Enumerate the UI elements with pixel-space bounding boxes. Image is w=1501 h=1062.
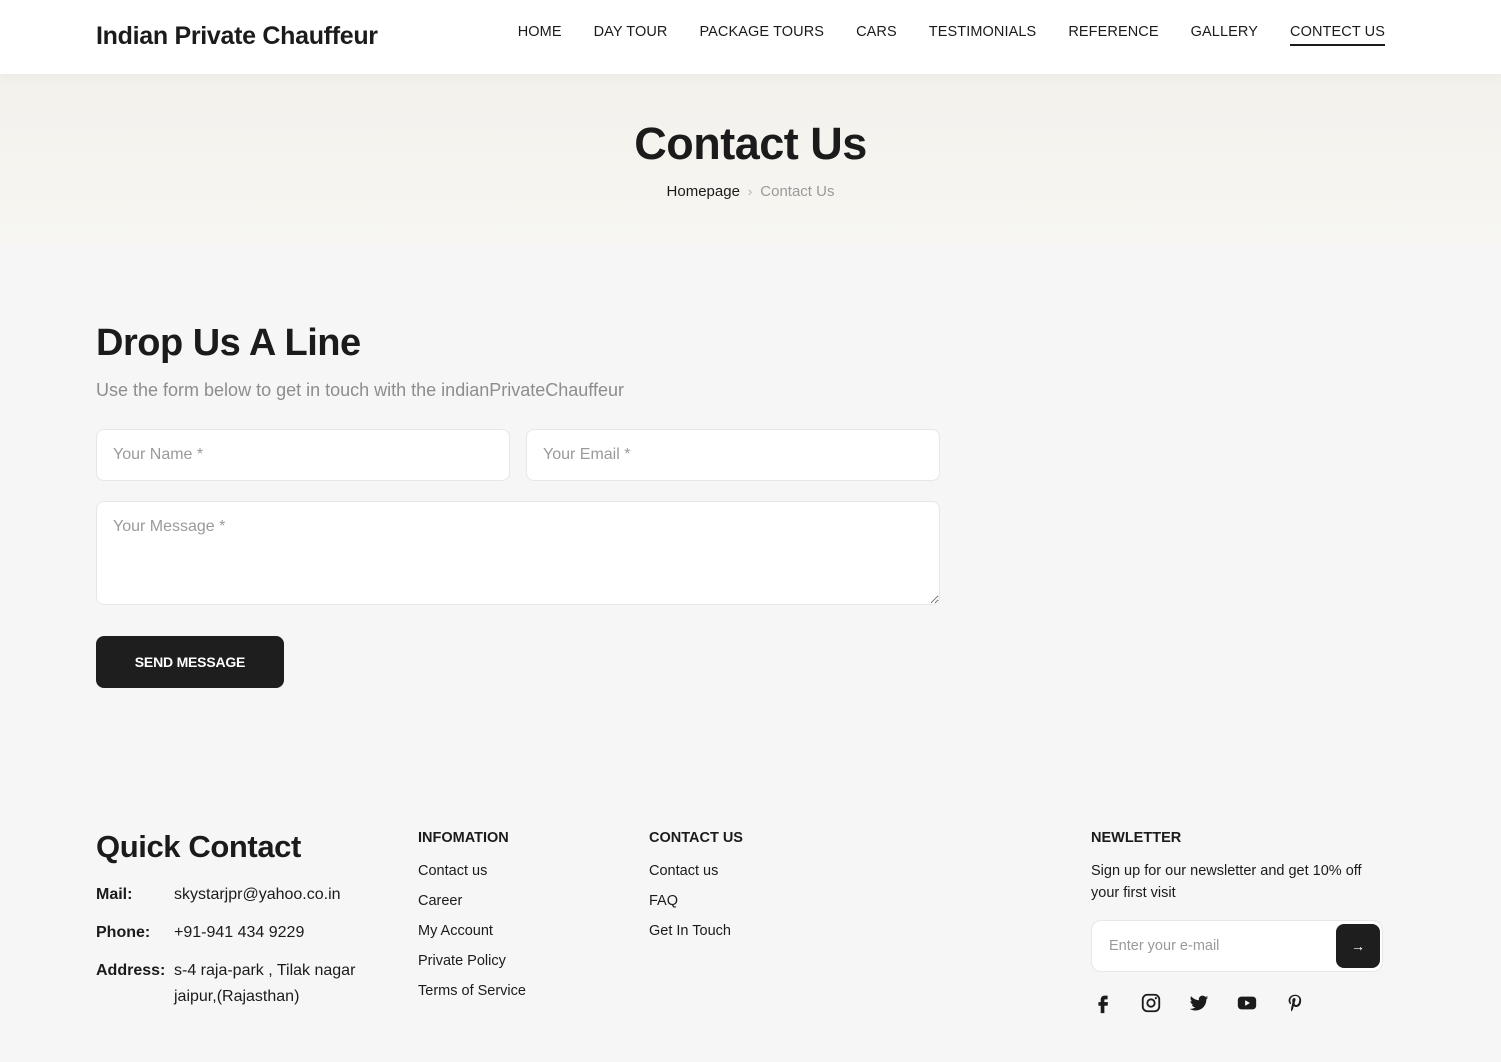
contact-column-list: Contact us FAQ Get In Touch xyxy=(649,861,731,951)
contact-column-title: CONTACT US xyxy=(649,830,743,846)
address-value: s-4 raja-park , Tilak nagar jaipur,(Raja… xyxy=(174,958,355,1010)
newsletter-submit-button[interactable]: → xyxy=(1336,924,1380,968)
newsletter-form: → xyxy=(1091,920,1383,972)
footer-link-faq[interactable]: FAQ xyxy=(649,891,731,921)
footer-link-terms-of-service[interactable]: Terms of Service xyxy=(418,981,526,1011)
page-hero: Contact Us Homepage › Contact Us xyxy=(0,74,1501,246)
page-title: Contact Us xyxy=(634,118,867,169)
nav-item-home[interactable]: HOME xyxy=(518,24,562,46)
footer-link-get-in-touch[interactable]: Get In Touch xyxy=(649,921,731,951)
address-line-2: jaipur,(Rajasthan) xyxy=(174,988,300,1005)
facebook-icon[interactable] xyxy=(1091,990,1115,1016)
email-input[interactable] xyxy=(526,429,940,481)
breadcrumb-home-link[interactable]: Homepage xyxy=(667,183,740,200)
information-list: Contact us Career My Account Private Pol… xyxy=(418,861,526,1011)
form-subtitle: Use the form below to get in touch with … xyxy=(96,380,624,400)
footer-link-my-account[interactable]: My Account xyxy=(418,921,526,951)
main-nav: HOME DAY TOUR PACKAGE TOURS CARS TESTIMO… xyxy=(518,24,1385,46)
contact-mail-row: Mail: skystarjpr@yahoo.co.in xyxy=(96,882,341,908)
twitter-icon[interactable] xyxy=(1187,990,1211,1016)
address-line-1: s-4 raja-park , Tilak nagar xyxy=(174,962,356,979)
breadcrumb: Homepage › Contact Us xyxy=(0,183,1501,200)
form-title: Drop Us A Line xyxy=(96,322,361,364)
chevron-right-icon: › xyxy=(747,184,753,199)
pinterest-icon[interactable] xyxy=(1283,990,1307,1016)
contact-phone-row: Phone: +91-941 434 9229 xyxy=(96,920,304,946)
footer-link-contact-us[interactable]: Contact us xyxy=(418,861,526,891)
footer-link-private-policy[interactable]: Private Policy xyxy=(418,951,526,981)
quick-contact-title: Quick Contact xyxy=(96,829,301,864)
nav-item-package-tours[interactable]: PACKAGE TOURS xyxy=(699,24,824,46)
arrow-right-icon: → xyxy=(1351,938,1365,954)
footer-link-career[interactable]: Career xyxy=(418,891,526,921)
send-message-button[interactable]: SEND MESSAGE xyxy=(96,636,284,688)
mail-value[interactable]: skystarjpr@yahoo.co.in xyxy=(174,882,341,908)
information-title: INFOMATION xyxy=(418,830,509,846)
newsletter-email-input[interactable] xyxy=(1093,922,1333,970)
newsletter-text: Sign up for our newsletter and get 10% o… xyxy=(1091,863,1362,901)
contact-address-row: Address: s-4 raja-park , Tilak nagar jai… xyxy=(96,958,355,1010)
site-header: Indian Private Chauffeur HOME DAY TOUR P… xyxy=(0,0,1501,74)
message-textarea[interactable] xyxy=(96,501,940,605)
newsletter-title: NEWLETTER xyxy=(1091,830,1182,846)
address-label: Address: xyxy=(96,962,166,979)
footer-link-contact[interactable]: Contact us xyxy=(649,861,731,891)
social-links xyxy=(1091,990,1307,1016)
name-input[interactable] xyxy=(96,429,510,481)
phone-value[interactable]: +91-941 434 9229 xyxy=(174,920,304,946)
nav-item-gallery[interactable]: GALLERY xyxy=(1191,24,1258,46)
nav-item-reference[interactable]: REFERENCE xyxy=(1068,24,1158,46)
nav-item-contact-us[interactable]: CONTECT US xyxy=(1290,24,1385,46)
youtube-icon[interactable] xyxy=(1235,990,1259,1016)
mail-label: Mail: xyxy=(96,886,133,903)
instagram-icon[interactable] xyxy=(1139,990,1163,1016)
breadcrumb-current: Contact Us xyxy=(760,183,835,200)
nav-item-cars[interactable]: CARS xyxy=(856,24,897,46)
site-logo[interactable]: Indian Private Chauffeur xyxy=(96,22,378,51)
nav-item-testimonials[interactable]: TESTIMONIALS xyxy=(929,24,1037,46)
phone-label: Phone: xyxy=(96,924,151,941)
nav-item-day-tour[interactable]: DAY TOUR xyxy=(594,24,668,46)
